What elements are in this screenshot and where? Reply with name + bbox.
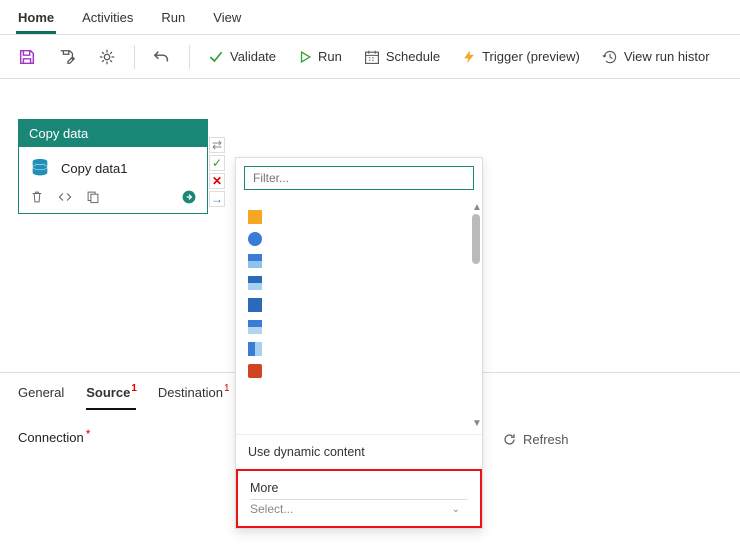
activity-card[interactable]: Copy data Copy data1 [18,119,208,214]
tab-destination[interactable]: Destination1 [158,385,229,410]
close-button[interactable]: ✕ [209,173,225,189]
history-label: View run histor [624,49,710,64]
swap-button[interactable]: ⇄ [209,137,225,153]
connection-label: Connection* [18,430,88,445]
chevron-down-icon: ⌄ [452,504,460,515]
list-item[interactable] [248,320,262,334]
arrow-right-circle-icon [181,189,197,205]
settings-button[interactable] [90,44,124,70]
calendar-icon [364,49,380,65]
list-item[interactable] [248,210,262,224]
trigger-button[interactable]: Trigger (preview) [454,45,588,69]
refresh-button[interactable]: Refresh [502,432,569,447]
use-dynamic-content-button[interactable]: Use dynamic content [236,434,482,469]
activity-footer [19,185,207,213]
validate-label: Validate [230,49,276,64]
activity-header: Copy data [19,120,207,147]
run-button[interactable]: Run [290,45,350,68]
list-item[interactable] [248,298,262,312]
separator [189,45,190,69]
check-button[interactable]: ✓ [209,155,225,171]
error-badge: 1 [131,383,137,394]
next-button[interactable] [181,189,197,205]
tab-source-label: Source [86,385,130,400]
scroll-thumb[interactable] [472,214,480,264]
scroll-down-icon[interactable]: ▼ [472,420,480,428]
error-badge: 1 [224,383,230,394]
filter-input[interactable] [244,166,474,190]
main-tabs: Home Activities Run View [0,0,740,35]
refresh-label: Refresh [523,432,569,447]
schedule-label: Schedule [386,49,440,64]
schedule-button[interactable]: Schedule [356,45,448,69]
save-pencil-icon [58,48,76,66]
tab-run[interactable]: Run [159,6,187,34]
save-icon [18,48,36,66]
toolbar: Validate Run Schedule Trigger (preview) … [0,35,740,79]
required-icon: * [86,427,91,441]
delete-button[interactable] [29,189,45,205]
history-icon [602,49,618,65]
tab-home[interactable]: Home [16,6,56,34]
refresh-icon [502,432,517,447]
save-button[interactable] [10,44,44,70]
check-icon [208,49,224,65]
trigger-label: Trigger (preview) [482,49,580,64]
canvas[interactable]: Copy data Copy data1 ⇄ ✓ [0,79,740,369]
connection-row: Connection* [18,430,88,445]
more-button[interactable]: More Select... ⌄ [236,469,482,528]
tab-general[interactable]: General [18,385,64,410]
list-item[interactable] [248,232,262,246]
list-item[interactable] [248,276,262,290]
tab-activities[interactable]: Activities [80,6,135,34]
tab-destination-label: Destination [158,385,223,400]
tab-source[interactable]: Source1 [86,385,136,410]
run-label: Run [318,49,342,64]
list-item[interactable] [248,254,262,268]
separator [134,45,135,69]
copy-button[interactable] [85,189,101,205]
validate-button[interactable]: Validate [200,45,284,69]
dropdown-list: ▲ ▼ [236,198,482,434]
more-label: More [250,481,468,495]
save-as-button[interactable] [50,44,84,70]
connection-dropdown: ▲ ▼ Use dynamic content More Select... ⌄ [235,157,483,529]
play-icon [298,50,312,64]
lightning-icon [462,49,476,65]
code-icon [57,190,73,204]
connection-label-text: Connection [18,430,84,445]
activity-title: Copy data1 [61,161,128,176]
tab-view[interactable]: View [211,6,243,34]
undo-icon [153,48,171,66]
scroll-up-icon[interactable]: ▲ [472,204,480,212]
forward-button[interactable]: → [209,191,225,207]
activity-body: Copy data1 [19,147,207,185]
copy-icon [86,190,100,204]
undo-button[interactable] [145,44,179,70]
gear-icon [98,48,116,66]
trash-icon [30,190,44,204]
node-action-bar: ⇄ ✓ ✕ → [209,137,225,207]
scrollbar[interactable]: ▲ ▼ [472,204,480,428]
code-button[interactable] [57,189,73,205]
list-item[interactable] [248,364,262,378]
history-button[interactable]: View run histor [594,45,718,69]
list-item[interactable] [248,342,262,356]
select-placeholder: Select... [250,502,293,516]
database-icon [29,157,51,179]
